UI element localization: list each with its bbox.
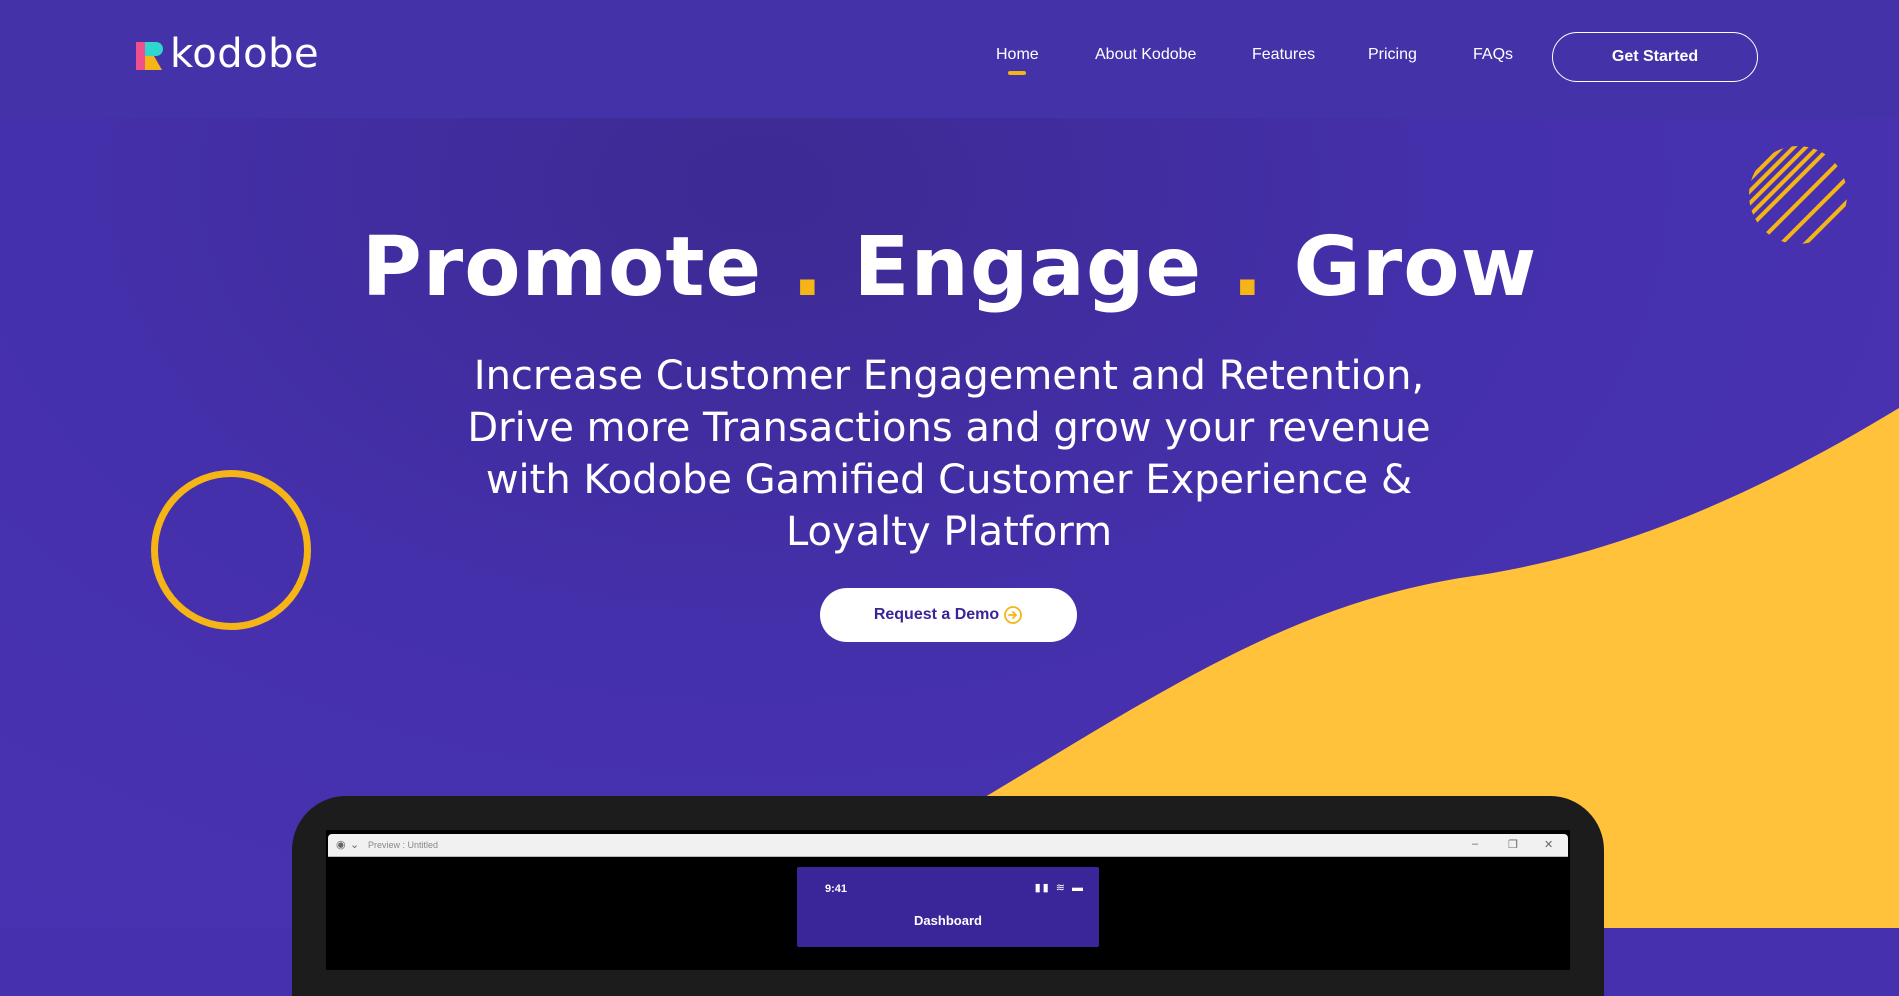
- subheadline-line: Loyalty Platform: [785, 509, 1113, 555]
- nav-item-home[interactable]: Home: [996, 46, 1039, 64]
- subheadline-line: with Kodobe Gamified Customer Experience…: [485, 457, 1413, 503]
- window-title: Preview : Untitled: [368, 840, 439, 850]
- nav-item-features[interactable]: Features: [1252, 46, 1315, 64]
- phone-screen-title: Dashboard: [914, 913, 982, 928]
- site-header: kodobe Home About Kodobe Features Pricin…: [0, 0, 1899, 118]
- kodobe-logo[interactable]: kodobe: [136, 31, 320, 77]
- headline-separator: .: [1231, 220, 1264, 315]
- subheadline-line: Increase Customer Engagement and Retenti…: [473, 353, 1425, 399]
- chevron-down-icon[interactable]: ⌄: [350, 838, 359, 851]
- nav-item-about[interactable]: About Kodobe: [1095, 46, 1196, 64]
- logo-wordmark: kodobe: [170, 31, 320, 77]
- headline-word-engage: Engage: [853, 220, 1203, 315]
- minimize-icon[interactable]: –: [1472, 838, 1478, 850]
- nav-item-faqs[interactable]: FAQs: [1473, 46, 1513, 64]
- headline-word-promote: Promote: [361, 220, 763, 315]
- get-started-button[interactable]: Get Started: [1552, 32, 1758, 82]
- phone-preview: 9:41 ▮▮ ≋ ▬ Dashboard: [797, 867, 1099, 947]
- nav-item-pricing[interactable]: Pricing: [1368, 46, 1417, 64]
- headline-separator: .: [791, 220, 824, 315]
- preview-window-titlebar: ◉ ⌄ Preview : Untitled – ❐ ✕: [328, 834, 1568, 857]
- hero-headline: Promote . Engage . Grow: [0, 218, 1899, 318]
- kodobe-logo-mark-icon: [136, 42, 163, 70]
- restore-icon[interactable]: ❐: [1508, 838, 1518, 851]
- hero-subheadline: Increase Customer Engagement and Retenti…: [395, 350, 1503, 558]
- close-icon[interactable]: ✕: [1544, 838, 1553, 851]
- phone-clock: 9:41: [825, 883, 848, 895]
- window-menu-icon[interactable]: ◉: [336, 838, 346, 851]
- request-demo-button[interactable]: Request a Demo: [820, 588, 1077, 642]
- arrow-right-circle-icon: [1004, 606, 1023, 624]
- subheadline-line: Drive more Transactions and grow your re…: [467, 405, 1431, 451]
- yellow-ring-decoration: [151, 470, 311, 630]
- headline-word-grow: Grow: [1293, 220, 1538, 315]
- request-demo-label: Request a Demo: [873, 606, 1000, 623]
- active-nav-indicator: [1008, 71, 1026, 75]
- phone-status-icons: ▮▮ ≋ ▬: [1034, 882, 1085, 894]
